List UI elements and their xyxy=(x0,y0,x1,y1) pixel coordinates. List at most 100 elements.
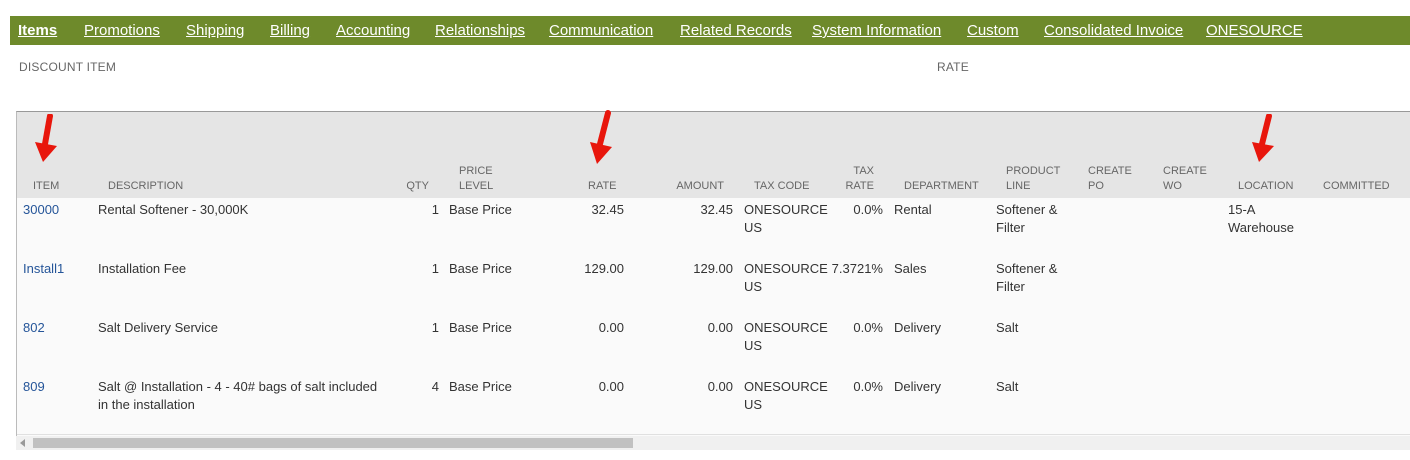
item-amount: 0.00 xyxy=(707,320,733,335)
column-header-tax-rate-line2: RATE xyxy=(845,180,874,192)
subtab-bar: Items Promotions Shipping Billing Accoun… xyxy=(10,16,1410,45)
column-header-tax-rate[interactable]: TAX RATE xyxy=(834,164,874,194)
item-description-line2: in the installation xyxy=(98,397,195,412)
item-amount: 0.00 xyxy=(707,379,733,394)
discount-item-label: DISCOUNT ITEM xyxy=(19,60,117,74)
column-header-rate[interactable]: RATE xyxy=(588,179,617,194)
column-header-create-po-line1: CREATE xyxy=(1088,165,1132,177)
item-price-level: Base Price xyxy=(449,202,512,217)
item-link[interactable]: 30000 xyxy=(23,201,59,219)
item-product-line-line2: Filter xyxy=(996,220,1025,235)
grid-header: ITEM DESCRIPTION QTY PRICE LEVEL RATE AM… xyxy=(17,112,1410,198)
annotation-arrow-icon xyxy=(1252,114,1274,162)
item-description: Installation Fee xyxy=(98,260,398,278)
column-header-qty[interactable]: QTY xyxy=(389,179,429,194)
column-header-tax-rate-line1: TAX xyxy=(853,165,874,177)
item-tax-rate: 0.0% xyxy=(853,379,883,394)
item-tax-code-line1: ONESOURCE xyxy=(744,202,828,217)
column-header-department[interactable]: DEPARTMENT xyxy=(904,179,979,194)
item-price-level: Base Price xyxy=(449,320,512,335)
item-location: 15-A Warehouse xyxy=(1228,201,1294,237)
column-header-create-wo-line2: WO xyxy=(1163,180,1182,192)
item-tax-rate: 0.0% xyxy=(853,320,883,335)
item-description-line1: Salt Delivery Service xyxy=(98,320,218,335)
item-product-line: Softener & Filter xyxy=(996,260,1057,296)
item-link[interactable]: 809 xyxy=(23,378,45,396)
column-header-price-level-line1: PRICE xyxy=(459,165,493,177)
rate-label: RATE xyxy=(937,60,969,74)
column-header-product-line[interactable]: PRODUCT LINE xyxy=(1006,164,1060,194)
item-description-line1: Salt @ Installation - 4 - 40# bags of sa… xyxy=(98,379,378,394)
tab-communication[interactable]: Communication xyxy=(549,16,653,45)
column-header-create-po[interactable]: CREATE PO xyxy=(1088,164,1132,194)
item-price-level: Base Price xyxy=(449,379,512,394)
table-row[interactable]: 30000 Rental Softener - 30,000K 1 Base P… xyxy=(17,198,1410,258)
item-product-line: Salt xyxy=(996,319,1018,337)
item-department: Sales xyxy=(894,261,927,276)
horizontal-scrollbar[interactable] xyxy=(16,436,1410,450)
item-qty: 1 xyxy=(431,320,439,335)
item-qty: 1 xyxy=(431,202,439,217)
item-rate: 0.00 xyxy=(598,320,624,335)
item-department: Rental xyxy=(894,202,932,217)
item-department: Delivery xyxy=(894,379,941,394)
item-price-level: Base Price xyxy=(449,261,512,276)
item-product-line-line1: Salt xyxy=(996,320,1019,335)
item-tax-rate: 0.0% xyxy=(853,202,883,217)
item-tax-code-line2: US xyxy=(744,279,763,294)
tab-relationships[interactable]: Relationships xyxy=(435,16,525,45)
scroll-left-arrow-icon[interactable] xyxy=(20,439,25,447)
annotation-arrow-icon xyxy=(590,110,612,164)
tab-custom[interactable]: Custom xyxy=(967,16,1019,45)
item-description: Rental Softener - 30,000K xyxy=(98,201,398,219)
column-header-price-level[interactable]: PRICE LEVEL xyxy=(459,164,493,194)
scrollbar-thumb[interactable] xyxy=(33,438,633,448)
column-header-tax-code[interactable]: TAX CODE xyxy=(754,179,809,194)
item-description: Salt Delivery Service xyxy=(98,319,398,337)
item-location-line2: Warehouse xyxy=(1228,220,1294,235)
item-link[interactable]: Install1 xyxy=(23,260,64,278)
item-amount: 32.45 xyxy=(700,202,733,217)
item-location-line1: 15-A xyxy=(1228,202,1256,217)
item-qty: 4 xyxy=(431,379,439,394)
tab-items[interactable]: Items xyxy=(18,16,57,45)
column-header-create-wo[interactable]: CREATE WO xyxy=(1163,164,1207,194)
annotation-arrow-icon xyxy=(35,114,57,162)
item-tax-code-line1: ONESOURCE xyxy=(744,261,828,276)
item-tax-code: ONESOURCE US xyxy=(744,260,828,296)
item-tax-code-line1: ONESOURCE xyxy=(744,320,828,335)
item-link[interactable]: 802 xyxy=(23,319,45,337)
item-tax-code: ONESOURCE US xyxy=(744,201,828,237)
column-header-location[interactable]: LOCATION xyxy=(1238,179,1293,194)
item-tax-code-line2: US xyxy=(744,397,763,412)
column-header-product-line-line1: PRODUCT xyxy=(1006,165,1061,177)
table-row[interactable]: 802 Salt Delivery Service 1 Base Price 0… xyxy=(17,316,1410,376)
item-product-line-line1: Softener & xyxy=(996,202,1058,217)
tab-system-information[interactable]: System Information xyxy=(812,16,941,45)
item-amount: 129.00 xyxy=(693,261,733,276)
item-tax-code: ONESOURCE US xyxy=(744,319,828,355)
column-header-create-wo-line1: CREATE xyxy=(1163,165,1207,177)
item-qty: 1 xyxy=(431,261,439,276)
item-tax-code: ONESOURCE US xyxy=(744,378,828,414)
item-product-line-line1: Salt xyxy=(996,379,1019,394)
column-header-item[interactable]: ITEM xyxy=(33,179,59,194)
tab-billing[interactable]: Billing xyxy=(270,16,310,45)
tab-promotions[interactable]: Promotions xyxy=(84,16,160,45)
item-rate: 0.00 xyxy=(598,379,624,394)
items-grid: ITEM DESCRIPTION QTY PRICE LEVEL RATE AM… xyxy=(16,111,1410,437)
item-product-line-line1: Softener & xyxy=(996,261,1058,276)
tab-consolidated-invoice[interactable]: Consolidated Invoice xyxy=(1044,16,1183,45)
table-row[interactable]: Install1 Installation Fee 1 Base Price 1… xyxy=(17,257,1410,317)
tab-related-records[interactable]: Related Records xyxy=(680,16,792,45)
tab-accounting[interactable]: Accounting xyxy=(336,16,410,45)
item-description-line1: Rental Softener - 30,000K xyxy=(98,202,249,217)
item-product-line: Salt xyxy=(996,378,1018,396)
tab-shipping[interactable]: Shipping xyxy=(186,16,244,45)
column-header-committed[interactable]: COMMITTED xyxy=(1323,179,1390,194)
item-tax-code-line2: US xyxy=(744,338,763,353)
column-header-amount[interactable]: AMOUNT xyxy=(657,179,724,194)
column-header-description[interactable]: DESCRIPTION xyxy=(108,179,183,194)
table-row[interactable]: 809 Salt @ Installation - 4 - 40# bags o… xyxy=(17,375,1410,435)
tab-onesource[interactable]: ONESOURCE xyxy=(1206,16,1303,45)
